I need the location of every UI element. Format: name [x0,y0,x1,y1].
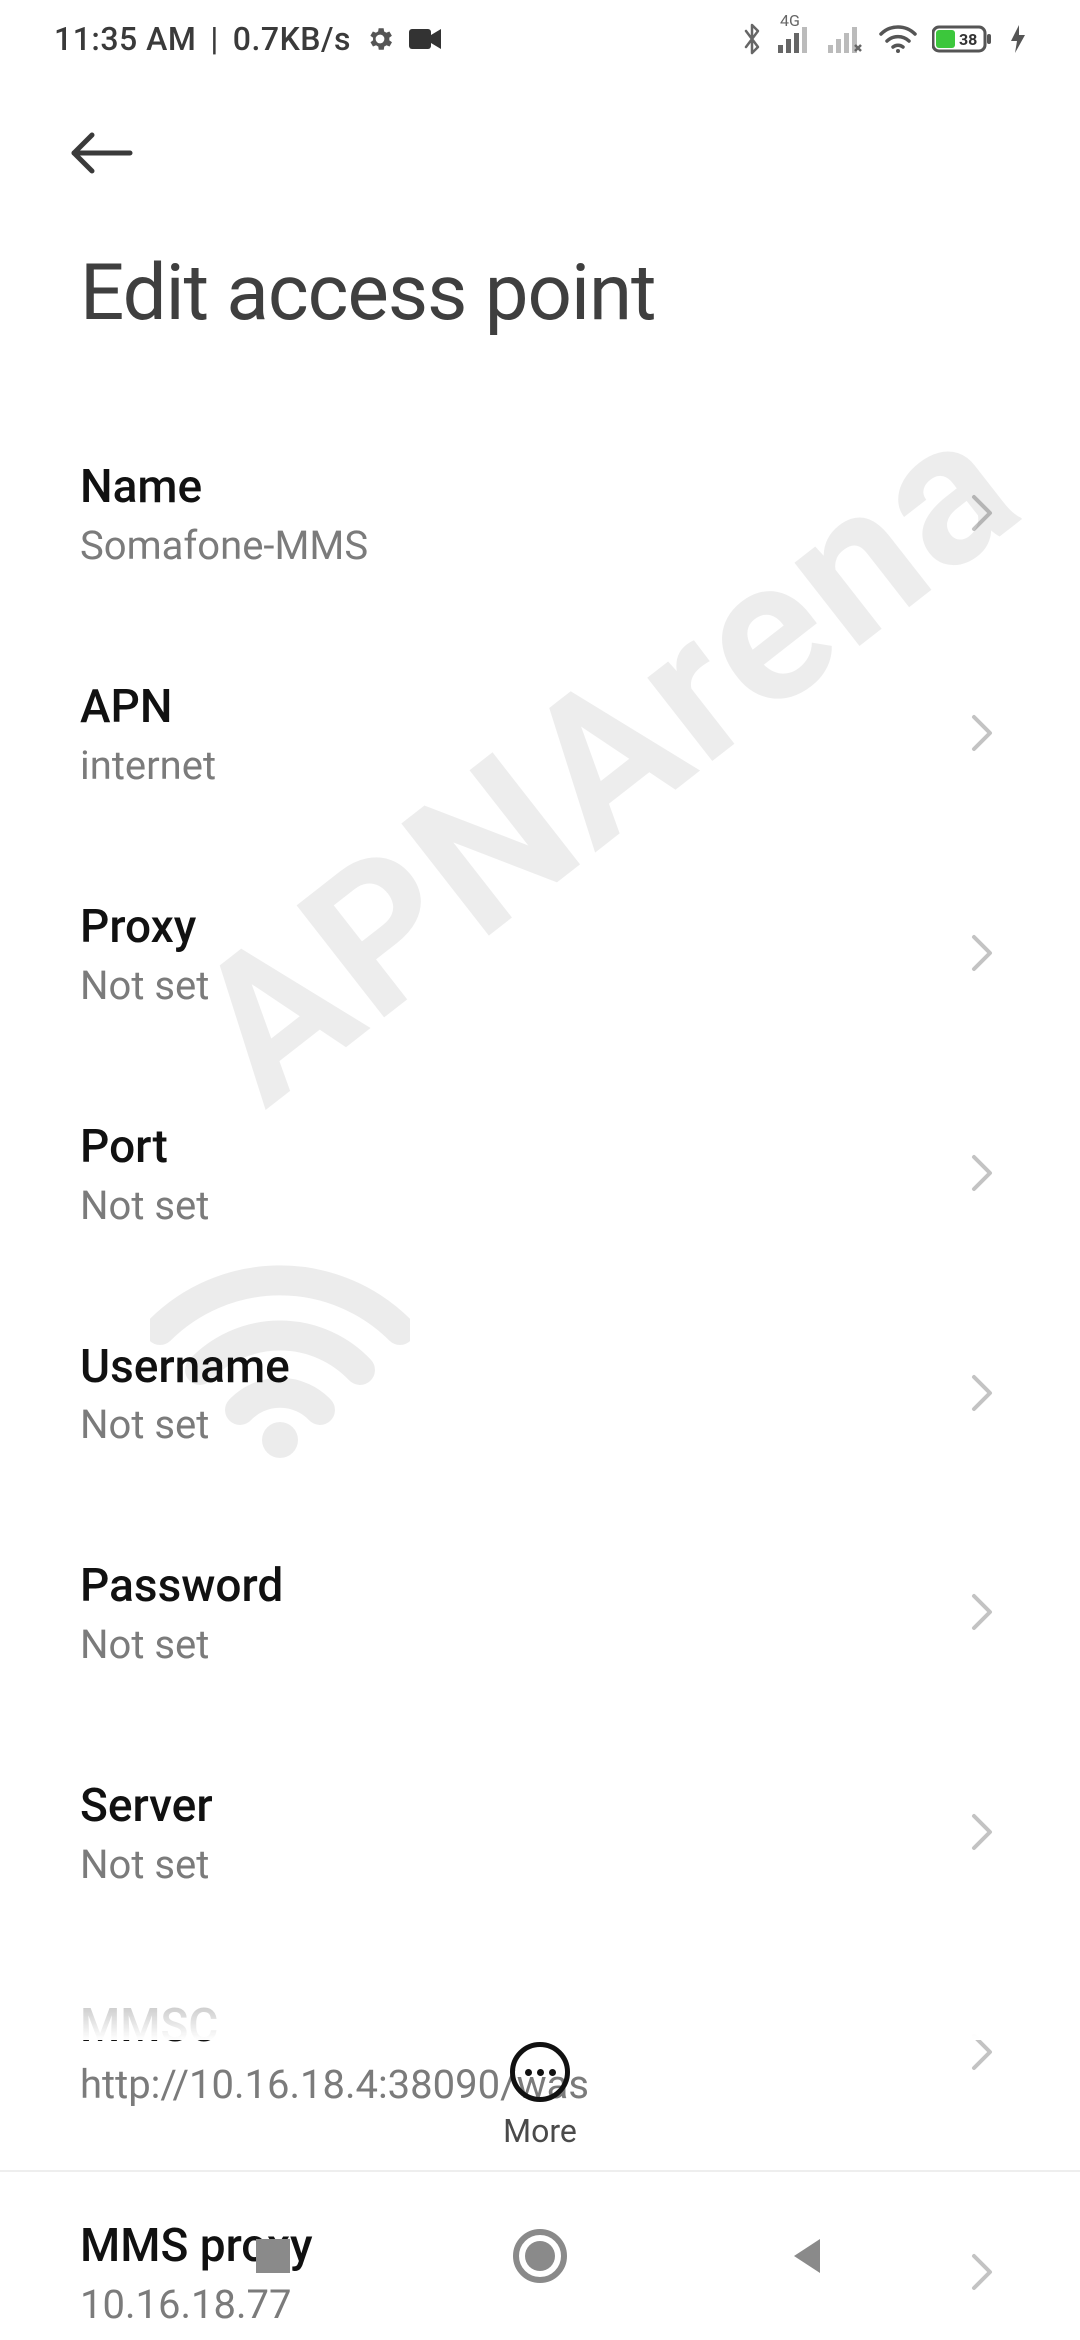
item-value: internet [80,742,216,789]
item-port[interactable]: Port Not set [80,1065,1030,1285]
chevron-right-icon [968,1590,996,1638]
chevron-right-icon [968,1810,996,1858]
more-label: More [503,2112,577,2150]
charging-icon [1010,24,1026,54]
status-time: 11:35 AM [54,20,196,58]
battery-pct-text: 38 [959,30,977,49]
signal-2-icon [828,25,864,53]
status-bar: 11:35 AM | 0.7KB/s 4G 38 [0,0,1080,78]
page-title: Edit access point [0,218,1080,375]
item-value: Not set [80,1841,213,1888]
square-icon [252,2235,294,2277]
item-label: Password [80,1560,283,1613]
nav-recents-button[interactable] [233,2216,313,2296]
item-server[interactable]: Server Not set [80,1724,1030,1944]
triangle-left-icon [786,2235,828,2277]
camera-icon [409,27,443,51]
nav-home-button[interactable] [500,2216,580,2296]
item-label: Port [80,1121,209,1174]
gear-icon [365,24,395,54]
signal-1-icon: 4G [778,25,814,53]
item-value: Somafone-MMS [80,522,368,569]
item-password[interactable]: Password Not set [80,1504,1030,1724]
item-apn[interactable]: APN internet [80,625,1030,845]
item-username[interactable]: Username Not set [80,1285,1030,1505]
system-nav-bar [0,2170,1080,2340]
battery-icon: 38 [932,24,996,54]
nav-back-button[interactable] [767,2216,847,2296]
chevron-right-icon [968,491,996,539]
item-value: Not set [80,1621,283,1668]
bluetooth-icon [740,22,764,56]
status-separator: | [210,20,218,58]
circle-icon [512,2228,568,2284]
item-label: Username [80,1341,290,1394]
status-datarate: 0.7KB/s [233,20,351,58]
chevron-right-icon [968,1371,996,1419]
signal-1-4g-label: 4G [780,11,800,30]
item-value: Not set [80,1401,290,1448]
back-button[interactable] [66,108,156,198]
item-value: Not set [80,1182,209,1229]
item-name[interactable]: Name Somafone-MMS [80,405,1030,625]
arrow-left-icon [66,129,138,177]
wifi-icon [878,24,918,54]
more-icon [510,2042,570,2102]
chevron-right-icon [968,1151,996,1199]
item-proxy[interactable]: Proxy Not set [80,845,1030,1065]
item-label: Proxy [80,901,209,954]
more-action[interactable]: More [0,2042,1080,2150]
chevron-right-icon [968,711,996,759]
item-label: Server [80,1780,213,1833]
item-label: APN [80,681,216,734]
item-label: Name [80,461,368,514]
toolbar [0,78,1080,218]
chevron-right-icon [968,931,996,979]
item-value: Not set [80,962,209,1009]
